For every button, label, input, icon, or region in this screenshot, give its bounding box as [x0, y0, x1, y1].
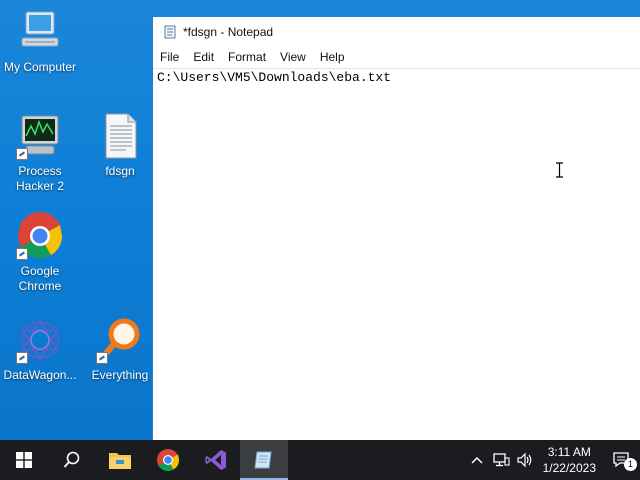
taskbar-file-explorer[interactable] [96, 440, 144, 480]
taskbar: 3:11 AM 1/22/2023 1 [0, 440, 640, 480]
notepad-window: *fdsgn - Notepad File Edit Format View H… [152, 17, 640, 440]
notepad-icon [254, 451, 272, 469]
chrome-icon [16, 212, 64, 260]
speaker-icon [517, 452, 531, 468]
taskbar-notepad[interactable] [240, 440, 288, 480]
desktop-icon-label: Process Hacker 2 [15, 164, 65, 193]
notification-badge: 1 [624, 458, 637, 471]
desktop-icon-fdsgn[interactable]: fdsgn [80, 112, 160, 179]
text-cursor-icon [556, 162, 563, 178]
action-center-button[interactable]: 1 [604, 440, 640, 480]
volume-button[interactable] [513, 440, 537, 480]
editor-area: C:\Users\VM5\Downloads\eba.txt [153, 68, 640, 440]
menu-view[interactable]: View [273, 50, 313, 64]
chrome-icon [157, 449, 179, 471]
notepad-icon [163, 25, 177, 39]
everything-search-icon [96, 316, 144, 364]
menu-help[interactable]: Help [313, 50, 352, 64]
text-editor[interactable]: C:\Users\VM5\Downloads\eba.txt [153, 69, 640, 440]
windows-logo-icon [16, 452, 32, 468]
menu-edit[interactable]: Edit [186, 50, 221, 64]
datawagon-icon [16, 316, 64, 364]
clock-time: 3:11 AM [547, 445, 591, 459]
shortcut-arrow-icon [16, 352, 28, 364]
search-button[interactable] [48, 440, 96, 480]
clock-date: 1/22/2023 [542, 461, 596, 475]
taskbar-chrome[interactable] [144, 440, 192, 480]
desktop-icon-label: My Computer [3, 60, 77, 74]
network-icon [492, 453, 510, 467]
menu-file[interactable]: File [153, 50, 186, 64]
desktop-icon-label: Everything [91, 368, 149, 382]
folder-icon [109, 453, 131, 469]
taskbar-visual-studio[interactable] [192, 440, 240, 480]
visual-studio-icon [205, 450, 226, 470]
process-hacker-icon [16, 112, 64, 160]
desktop-icon-everything[interactable]: Everything [80, 316, 160, 383]
desktop-icon-datawagon[interactable]: DataWagon... [0, 316, 80, 383]
search-icon [63, 451, 80, 468]
chevron-up-icon [471, 456, 483, 464]
show-hidden-icons-button[interactable] [465, 440, 489, 480]
start-button[interactable] [0, 440, 48, 480]
shortcut-arrow-icon [96, 352, 108, 364]
system-tray: 3:11 AM 1/22/2023 1 [465, 440, 640, 480]
computer-icon [16, 8, 64, 56]
desktop-icon-label: DataWagon... [3, 368, 77, 382]
desktop-icon-google-chrome[interactable]: Google Chrome [0, 212, 80, 294]
desktop-icon-label: Google Chrome [18, 264, 62, 293]
text-file-icon [96, 112, 144, 160]
clock[interactable]: 3:11 AM 1/22/2023 [543, 444, 596, 476]
desktop-icon-my-computer[interactable]: My Computer [0, 8, 80, 75]
menu-format[interactable]: Format [221, 50, 273, 64]
network-button[interactable] [489, 440, 513, 480]
title-bar[interactable]: *fdsgn - Notepad [153, 17, 640, 46]
desktop-icon-process-hacker[interactable]: Process Hacker 2 [0, 112, 80, 194]
shortcut-arrow-icon [16, 248, 28, 260]
window-title: *fdsgn - Notepad [183, 24, 274, 39]
menu-bar: File Edit Format View Help [153, 46, 640, 68]
desktop-icon-label: fdsgn [105, 164, 135, 178]
shortcut-arrow-icon [16, 148, 28, 160]
